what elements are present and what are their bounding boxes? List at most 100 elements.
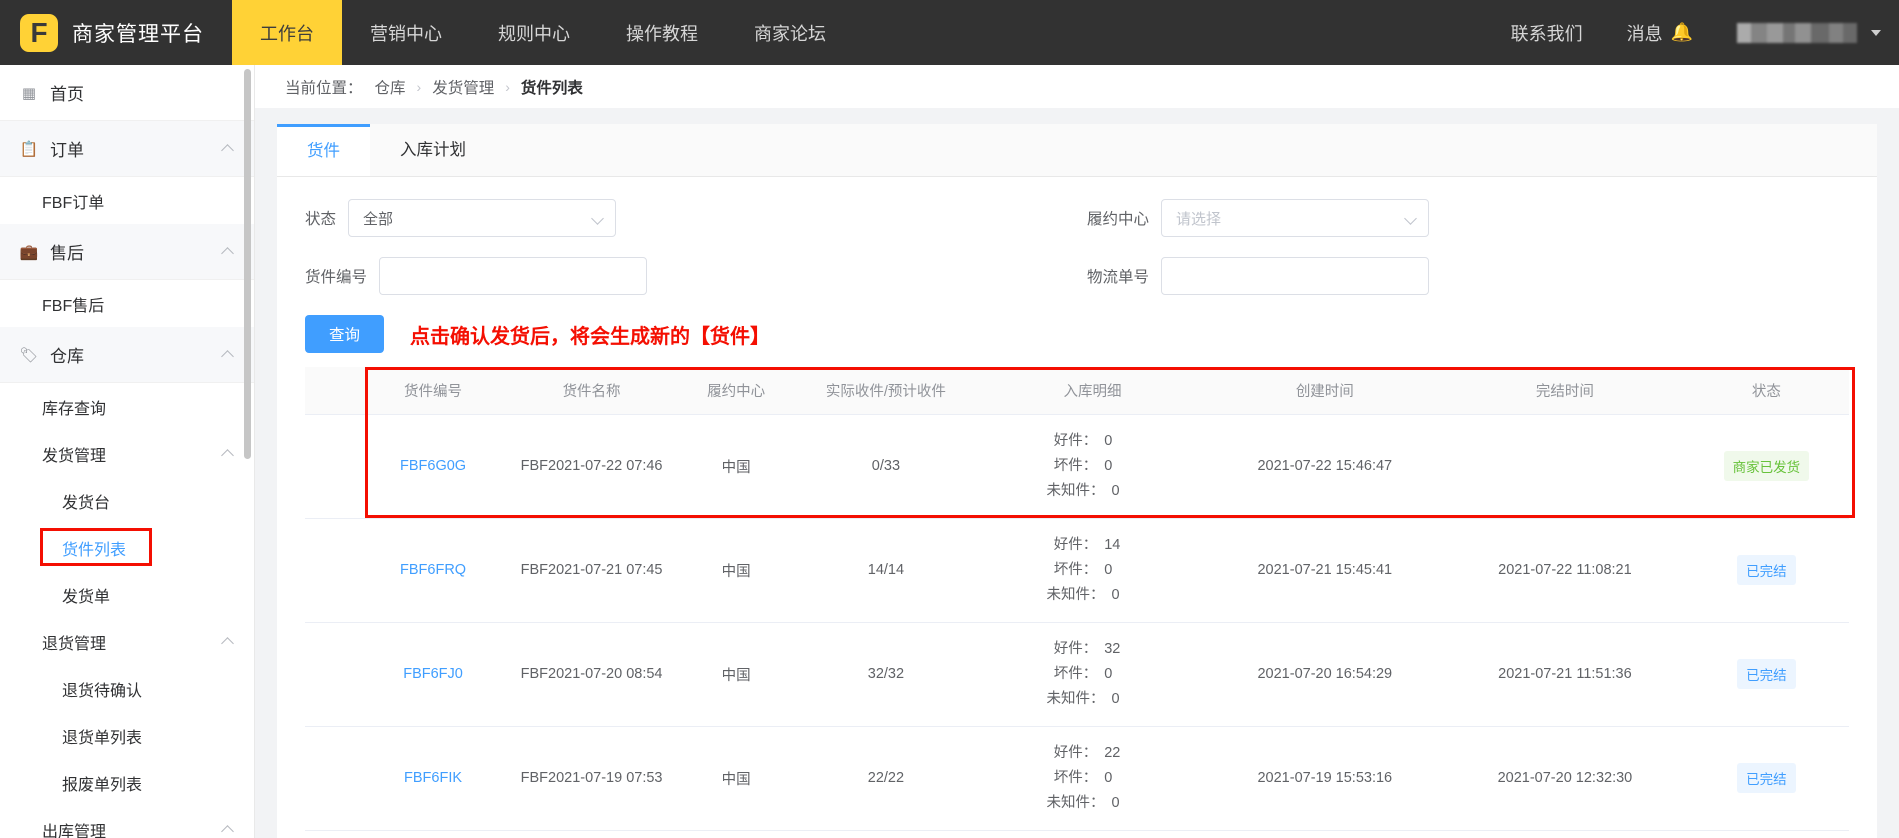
- status-select[interactable]: 全部: [348, 199, 617, 237]
- cell-shipment-name: FBF2021-07-22 07:46: [501, 414, 682, 519]
- sidebar-item-inventory-query[interactable]: 库存查询: [0, 383, 254, 430]
- table-row[interactable]: FBF6FJ0 FBF2021-07-20 08:54 中国 32/32 好件： 32 坏件…: [305, 622, 1849, 727]
- cell-finished-time: [1446, 414, 1684, 519]
- nav-item-marketing[interactable]: 营销中心: [342, 0, 470, 65]
- cell-received-expected: [790, 830, 982, 838]
- cell-status: 已完结: [1683, 622, 1849, 727]
- sidebar-item-home[interactable]: ▦ 首页: [0, 65, 254, 121]
- cell-shipment-code[interactable]: FBF6FRQ: [364, 518, 502, 623]
- tab-inbound-plan[interactable]: 入库计划: [370, 124, 496, 176]
- cell-shipment-name: [501, 830, 682, 838]
- detail-good: 好件： 22: [1053, 744, 1121, 761]
- cell-created-time: 2021-07-22 15:46:47: [1203, 414, 1447, 519]
- table-body: FBF6G0G FBF2021-07-22 07:46 中国 0/33 好件： 0 坏件： 0…: [305, 414, 1849, 838]
- sidebar-item-fbf-aftersales[interactable]: FBF售后: [0, 280, 254, 327]
- cell-finished-time: 2021-07-22 11:08:21: [1446, 518, 1684, 623]
- chevron-up-icon[interactable]: [221, 349, 234, 363]
- sidebar-item-scrap-order-list[interactable]: 报废单列表: [0, 759, 254, 806]
- row-select-cell[interactable]: [305, 622, 365, 727]
- sidebar-item-label: 发货单: [62, 588, 111, 606]
- sidebar-item-label: 退货管理: [42, 635, 107, 653]
- chevron-up-icon[interactable]: [221, 246, 234, 260]
- cell-inbound-detail: 好件： 0 坏件： 0 未知件： 0: [981, 414, 1204, 519]
- breadcrumb-separator-icon: ›: [416, 78, 422, 95]
- sidebar-group-warehouse[interactable]: 🏷 仓库: [0, 327, 254, 383]
- chevron-up-icon[interactable]: [221, 448, 234, 462]
- sidebar-group-label: 订单: [50, 141, 84, 160]
- table-row[interactable]: FBF6G0G FBF2021-07-22 07:46 中国 0/33 好件： 0 坏件： 0…: [305, 414, 1849, 519]
- breadcrumb-item-shipping-management[interactable]: 发货管理: [432, 76, 494, 98]
- contact-us-link[interactable]: 联系我们: [1489, 20, 1605, 46]
- briefcase-icon: 💼: [19, 243, 39, 261]
- cell-created-time: 2021-07-19 15:53:16: [1203, 726, 1447, 831]
- action-row: 查询 点击确认发货后，将会生成新的【货件】: [305, 315, 1849, 353]
- cell-shipment-code[interactable]: [364, 830, 502, 838]
- fulfillment-center-placeholder: 请选择: [1176, 210, 1222, 228]
- sidebar-item-shipment-list[interactable]: 货件列表: [0, 524, 254, 571]
- fulfillment-center-select[interactable]: 请选择: [1161, 199, 1429, 237]
- cell-shipment-code[interactable]: FBF6G0G: [364, 414, 502, 519]
- shipment-code-link[interactable]: FBF6FRQ: [400, 562, 466, 578]
- sidebar-item-outbound-management[interactable]: 出库管理: [0, 806, 254, 838]
- table-row[interactable]: FBF6FIK FBF2021-07-19 07:53 中国 22/22 好件： 22 坏件…: [305, 726, 1849, 831]
- messages-link[interactable]: 消息 🔔: [1605, 20, 1715, 46]
- table-row[interactable]: FBF6FRQ FBF2021-07-21 07:45 中国 14/14 好件： 14 坏件…: [305, 518, 1849, 623]
- sidebar-group-label: 售后: [50, 244, 84, 263]
- cell-shipment-code[interactable]: FBF6FIK: [364, 726, 502, 831]
- query-button[interactable]: 查询: [305, 315, 385, 353]
- page-body: ▦ 首页 📋 订单 FBF订单 💼 售后 FBF售后 🏷 仓库 库存查询 发货管…: [0, 65, 1899, 838]
- sidebar-item-return-pending[interactable]: 退货待确认: [0, 665, 254, 712]
- chevron-up-icon[interactable]: [221, 143, 234, 157]
- sidebar-item-shipping-desk[interactable]: 发货台: [0, 477, 254, 524]
- shipment-code-input[interactable]: [379, 257, 648, 295]
- status-badge: 已完结: [1737, 555, 1796, 585]
- th-inbound-detail: 入库明细: [981, 367, 1204, 415]
- brand-area: F 商家管理平台: [0, 0, 232, 65]
- cell-shipment-name: FBF2021-07-20 08:54: [501, 622, 682, 727]
- sidebar-scroll-area: ▦ 首页 📋 订单 FBF订单 💼 售后 FBF售后 🏷 仓库 库存查询 发货管…: [0, 65, 254, 838]
- clipboard-icon: 📋: [19, 140, 39, 158]
- cell-shipment-code[interactable]: FBF6FJ0: [364, 622, 502, 727]
- tab-shipments[interactable]: 货件: [277, 124, 370, 176]
- detail-bad: 坏件： 0: [1053, 665, 1113, 682]
- sidebar-item-shipping-management[interactable]: 发货管理: [0, 430, 254, 477]
- chevron-up-icon[interactable]: [221, 636, 234, 650]
- breadcrumb-item-warehouse[interactable]: 仓库: [375, 76, 406, 98]
- sidebar-item-return-order-list[interactable]: 退货单列表: [0, 712, 254, 759]
- sidebar-group-aftersales[interactable]: 💼 售后: [0, 224, 254, 280]
- tag-icon: 🏷: [19, 346, 39, 364]
- th-status: 状态: [1683, 367, 1849, 415]
- row-select-cell[interactable]: [305, 830, 365, 838]
- detail-bad: 坏件： 0: [1053, 769, 1113, 786]
- cell-created-time: [1203, 830, 1447, 838]
- shipment-code-filter: 货件编号: [305, 257, 648, 295]
- nav-item-workbench[interactable]: 工作台: [232, 0, 342, 65]
- breadcrumb-item-current: 货件列表: [520, 79, 583, 97]
- user-avatar-name-masked[interactable]: [1737, 22, 1857, 43]
- row-select-cell[interactable]: [305, 726, 365, 831]
- detail-unknown: 未知件： 0: [1046, 482, 1120, 499]
- shipment-code-link[interactable]: FBF6G0G: [400, 458, 466, 474]
- shipment-code-link[interactable]: FBF6FIK: [404, 770, 462, 786]
- chevron-down-icon[interactable]: [1871, 29, 1881, 36]
- fc-filter: 履约中心 请选择: [1087, 199, 1849, 237]
- sidebar-item-label: 退货单列表: [62, 729, 143, 747]
- sidebar-group-orders[interactable]: 📋 订单: [0, 121, 254, 177]
- table-wrapper: 货件编号 货件名称 履约中心 实际收件/预计收件 入库明细 创建时间 完结时间 …: [277, 367, 1877, 838]
- row-select-cell[interactable]: [305, 518, 365, 623]
- chevron-up-icon[interactable]: [221, 824, 234, 838]
- row-select-cell[interactable]: [305, 414, 365, 519]
- sidebar-scrollbar[interactable]: [244, 69, 251, 459]
- detail-unknown: 未知件： 0: [1046, 586, 1120, 603]
- shipment-code-link[interactable]: FBF6FJ0: [403, 666, 463, 682]
- tracking-number-input[interactable]: [1161, 257, 1429, 295]
- sidebar-item-label: FBF订单: [42, 194, 105, 212]
- shipment-code-label: 货件编号: [305, 269, 368, 286]
- sidebar-item-return-management[interactable]: 退货管理: [0, 618, 254, 665]
- nav-item-forum[interactable]: 商家论坛: [726, 0, 854, 65]
- nav-item-rules[interactable]: 规则中心: [470, 0, 598, 65]
- nav-item-tutorial[interactable]: 操作教程: [598, 0, 726, 65]
- sidebar-item-shipping-order[interactable]: 发货单: [0, 571, 254, 618]
- table-row[interactable]: 好件：27: [305, 830, 1849, 838]
- sidebar-item-fbf-orders[interactable]: FBF订单: [0, 177, 254, 224]
